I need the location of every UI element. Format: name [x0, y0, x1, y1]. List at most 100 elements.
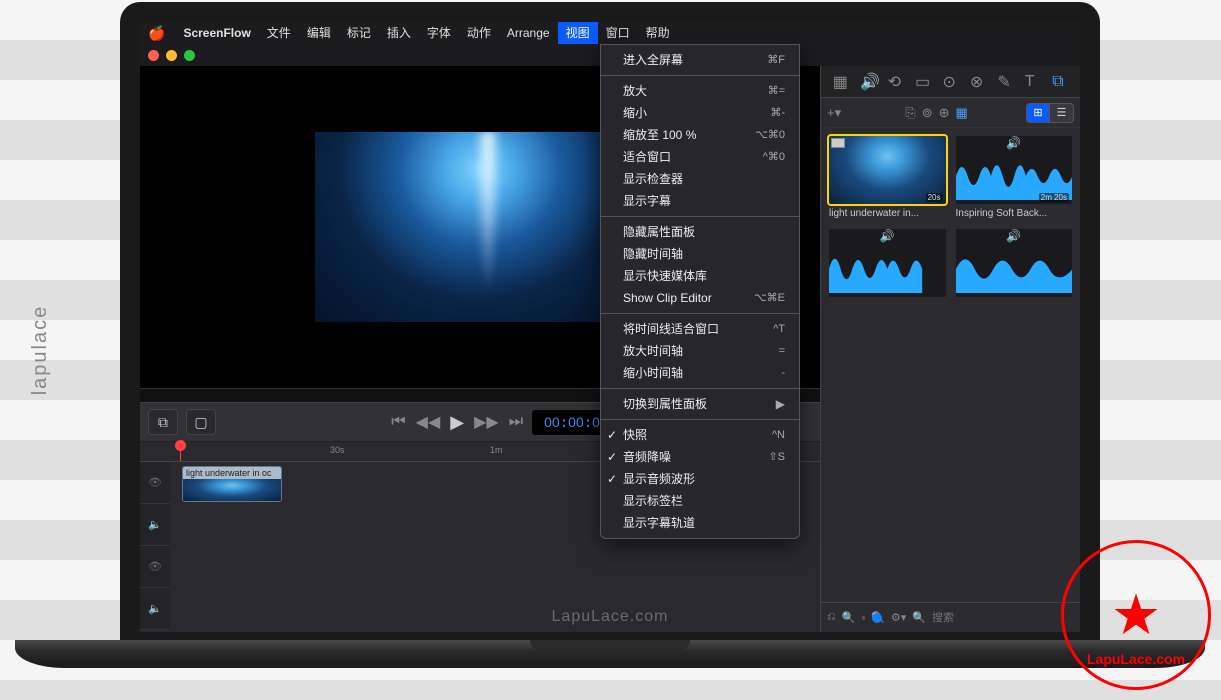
video-properties-icon[interactable]: ▦: [833, 72, 849, 92]
text-icon[interactable]: T: [1025, 73, 1041, 91]
media-search-bar: ⎌ 🔍 🔍 ⚙▾ 🔍: [821, 602, 1080, 632]
media-duration: 20s: [926, 193, 943, 202]
menu-item[interactable]: 显示检查器: [601, 168, 799, 190]
watermark-stamp: ★ LapuLace.com: [1061, 540, 1211, 690]
media-thumbnail[interactable]: 🔊 2m 20s: [956, 136, 1073, 204]
media-item[interactable]: 🔊 2m 20s Inspiring Soft Back...: [956, 136, 1073, 219]
menu-item-label: 缩放至 100 %: [623, 126, 696, 144]
menu-item-label: 隐藏时间轴: [623, 245, 683, 263]
menu-item[interactable]: 放大⌘=: [601, 80, 799, 102]
menu-item[interactable]: ✓显示音频波形: [601, 468, 799, 490]
menu-item[interactable]: 切换到属性面板 ▶: [601, 393, 799, 415]
menu-item[interactable]: 放大时间轴=: [601, 340, 799, 362]
touch-icon[interactable]: ⊙: [942, 72, 958, 92]
menu-item[interactable]: 显示标签栏: [601, 490, 799, 512]
waveform-icon: [829, 245, 946, 293]
audio-properties-icon[interactable]: 🔊: [860, 72, 876, 92]
minimize-button[interactable]: [166, 50, 177, 61]
apple-logo-icon[interactable]: 🍎: [148, 25, 165, 42]
skip-fwd-button[interactable]: ⏭: [509, 413, 523, 431]
lib-tab-3-icon[interactable]: ⊕: [939, 105, 950, 121]
skip-back-button[interactable]: ⏮: [391, 413, 405, 431]
menu-font[interactable]: 字体: [419, 22, 459, 44]
menu-help[interactable]: 帮助: [638, 22, 678, 44]
menu-item[interactable]: 适合窗口^⌘0: [601, 146, 799, 168]
thumbnail-zoom-slider[interactable]: [862, 616, 866, 620]
undo-icon[interactable]: ⎌: [827, 611, 836, 624]
annotations-icon[interactable]: ⊗: [970, 72, 986, 92]
menu-item[interactable]: ✓音频降噪⇧S: [601, 446, 799, 468]
media-thumbnail[interactable]: 20s: [829, 136, 946, 204]
view-menu-dropdown: 进入全屏幕⌘F放大⌘=缩小⌘-缩放至 100 %⌥⌘0适合窗口^⌘0显示检查器显…: [600, 44, 800, 539]
track-mute-toggle[interactable]: 🔈: [140, 588, 170, 630]
media-grid: 20s light underwater in... 🔊 2m 20s Insp…: [821, 128, 1080, 602]
preview-canvas[interactable]: [315, 132, 645, 322]
media-thumbnail[interactable]: 🔊: [956, 229, 1073, 297]
app-name[interactable]: ScreenFlow: [175, 22, 258, 44]
menu-item[interactable]: 进入全屏幕⌘F: [601, 49, 799, 71]
menu-insert[interactable]: 插入: [379, 22, 419, 44]
timeline-clip[interactable]: light underwater in oc: [182, 466, 282, 502]
grid-view-button[interactable]: ⊞: [1026, 103, 1050, 123]
track-visibility-toggle[interactable]: 👁: [140, 462, 170, 504]
lib-tab-1-icon[interactable]: ⎘: [905, 105, 915, 121]
menu-item[interactable]: 缩小⌘-: [601, 102, 799, 124]
media-thumbnail[interactable]: 🔊: [829, 229, 946, 297]
list-view-button[interactable]: ☰: [1050, 103, 1074, 123]
media-item[interactable]: 🔊: [956, 229, 1073, 297]
menu-item-label: 切换到属性面板: [623, 395, 707, 413]
menu-separator: [601, 388, 799, 389]
media-item[interactable]: 🔊: [829, 229, 946, 297]
pip-button[interactable]: ⧉: [148, 409, 178, 435]
menu-item[interactable]: 将时间线适合窗口^T: [601, 318, 799, 340]
laptop-frame: 🍎 ScreenFlow 文件 编辑 标记 插入 字体 动作 Arrange 视…: [15, 0, 1205, 680]
menu-item-label: 适合窗口: [623, 148, 671, 166]
menu-file[interactable]: 文件: [259, 22, 299, 44]
menu-item[interactable]: Show Clip Editor⌥⌘E: [601, 287, 799, 309]
track-visibility-toggle[interactable]: 👁: [140, 546, 170, 588]
zoom-button[interactable]: [184, 50, 195, 61]
lib-tab-2-icon[interactable]: ⊚: [922, 105, 933, 121]
clip-thumbnail: [183, 479, 281, 501]
pen-icon[interactable]: ✎: [997, 72, 1013, 92]
menu-edit[interactable]: 编辑: [299, 22, 339, 44]
track-mute-toggle[interactable]: 🔈: [140, 504, 170, 546]
next-frame-button[interactable]: ▶▶: [474, 412, 499, 432]
menu-item[interactable]: ✓快照^N: [601, 424, 799, 446]
menu-mark[interactable]: 标记: [339, 22, 379, 44]
app-window: 🍎 ScreenFlow 文件 编辑 标记 插入 字体 动作 Arrange 视…: [140, 22, 1080, 632]
inspector-tabs: ▦ 🔊 ⟲ ▭ ⊙ ⊗ ✎ T ⧉: [821, 66, 1080, 98]
menu-item[interactable]: 显示快速媒体库: [601, 265, 799, 287]
lib-tab-4-icon[interactable]: ▦: [956, 105, 968, 121]
menu-view[interactable]: 视图: [558, 22, 598, 44]
submenu-arrow-icon: ▶: [776, 395, 785, 413]
check-icon: ✓: [607, 470, 617, 488]
menu-shortcut: ⌘F: [767, 51, 785, 69]
prev-frame-button[interactable]: ◀◀: [416, 412, 441, 432]
play-button[interactable]: ▶: [450, 412, 464, 433]
menu-item[interactable]: 缩放至 100 %⌥⌘0: [601, 124, 799, 146]
media-label: light underwater in...: [829, 208, 946, 219]
gear-icon[interactable]: ⚙▾: [891, 611, 906, 624]
menu-separator: [601, 75, 799, 76]
screen-rec-icon[interactable]: ⟲: [888, 72, 904, 92]
crop-button[interactable]: ▢: [186, 409, 216, 435]
menu-item[interactable]: 显示字幕轨道: [601, 512, 799, 534]
playhead[interactable]: [180, 442, 181, 461]
menu-item[interactable]: 隐藏时间轴: [601, 243, 799, 265]
menu-arrange[interactable]: Arrange: [499, 22, 558, 44]
menu-window[interactable]: 窗口: [598, 22, 638, 44]
menu-item[interactable]: 缩小时间轴-: [601, 362, 799, 384]
media-library-icon[interactable]: ⧉: [1052, 73, 1068, 91]
close-button[interactable]: [148, 50, 159, 61]
media-item[interactable]: 20s light underwater in...: [829, 136, 946, 219]
add-media-button[interactable]: +▾: [827, 105, 841, 121]
search-input[interactable]: [932, 612, 1074, 624]
callout-icon[interactable]: ▭: [915, 72, 931, 92]
menu-item[interactable]: 显示字幕: [601, 190, 799, 212]
menu-item[interactable]: 隐藏属性面板: [601, 221, 799, 243]
menu-action[interactable]: 动作: [459, 22, 499, 44]
zoom-out-icon[interactable]: 🔍: [842, 611, 856, 624]
media-toolbar: +▾ ⎘ ⊚ ⊕ ▦ ⊞ ☰: [821, 98, 1080, 128]
sound-icon: 🔊: [956, 229, 1073, 243]
